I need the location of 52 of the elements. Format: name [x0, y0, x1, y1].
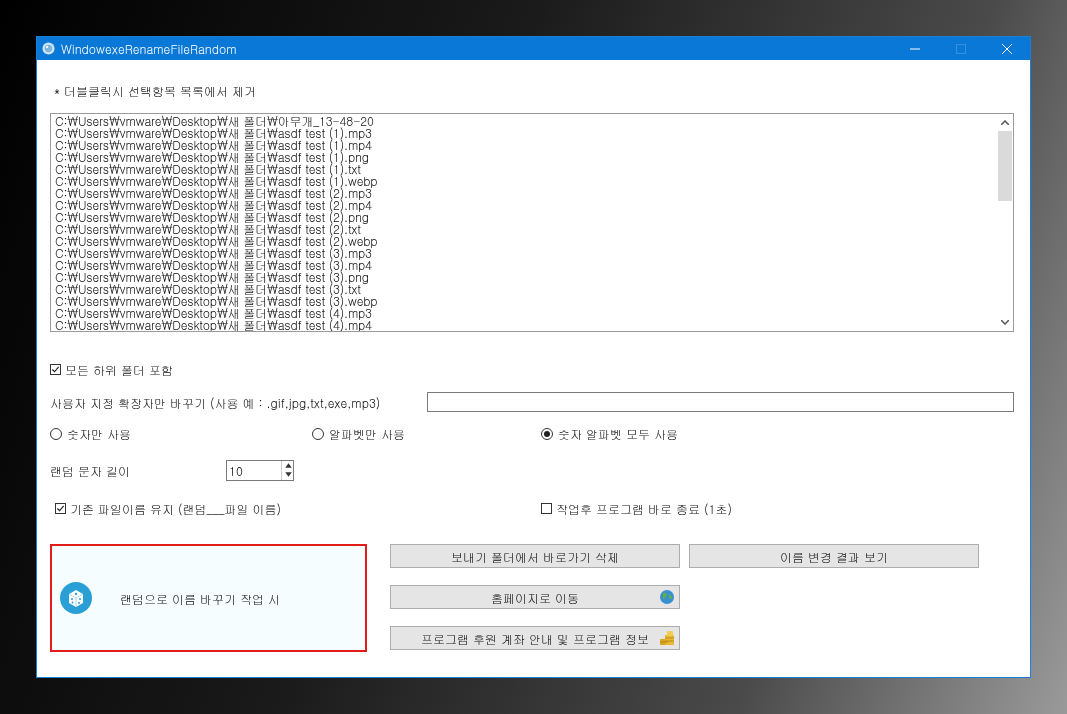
extension-field[interactable]	[426, 392, 1014, 412]
file-path[interactable]: C:₩Users₩vmware₩Desktop₩새 폴더₩asdf test (4).mp4	[55, 319, 992, 331]
file-path[interactable]: C:₩Users₩vmware₩Desktop₩새 폴더₩asdf test (4).mp3	[55, 307, 992, 319]
dice-icon	[60, 582, 92, 614]
file-path[interactable]: C:₩Users₩vmware₩Desktop₩새 폴더₩asdf test (1).txt	[55, 163, 992, 175]
file-path[interactable]: C:₩Users₩vmware₩Desktop₩새 폴더₩asdf test (3).webp	[55, 295, 992, 307]
file-path[interactable]: C:₩Users₩vmware₩Desktop₩새 폴더₩asdf test (3).mp4	[55, 259, 992, 271]
radio-button[interactable]	[541, 427, 553, 440]
file-path[interactable]: C:₩Users₩vmware₩Desktop₩새 폴더₩asdf test (2).png	[55, 211, 992, 223]
file-path[interactable]: C:₩Users₩vmware₩Desktop₩새 폴더₩asdf test (2).webp	[55, 235, 992, 247]
file-path[interactable]: C:₩Users₩vmware₩Desktop₩새 폴더₩아무개_13-48-20	[55, 115, 992, 127]
file-path[interactable]: C:₩Users₩vmware₩Desktop₩새 폴더₩asdf test (2).mp4	[55, 199, 992, 211]
spin-up-icon[interactable]	[282, 461, 295, 470]
extension-label: 사용자 지정 확장자만 바꾸기 (사용 예 : .gif,jpg,txt,exe,mp3)	[50, 393, 382, 411]
window-title: WindowexeRenameFileRandom	[61, 40, 237, 57]
radio-label: 숫자만 사용	[67, 425, 131, 442]
radio-label: 숫자 알파벳 모두 사용	[558, 425, 678, 442]
file-path[interactable]: C:₩Users₩vmware₩Desktop₩새 폴더₩asdf test (3).mp3	[55, 247, 992, 259]
file-path[interactable]: C:₩Users₩vmware₩Desktop₩새 폴더₩asdf test (3).txt	[55, 283, 992, 295]
length-label: 랜덤 문자 길이	[50, 462, 131, 479]
checkbox-label: 작업후 프로그램 바로 종료 (1초)	[556, 500, 732, 517]
file-path[interactable]: C:₩Users₩vmware₩Desktop₩새 폴더₩asdf test (1).png	[55, 151, 992, 163]
number-spinner[interactable]: 10	[226, 460, 294, 481]
homepage-button[interactable]: 홈페이지로 이동	[390, 585, 680, 609]
scroll-up-icon[interactable]	[1000, 120, 1009, 125]
checkbox[interactable]	[541, 503, 552, 514]
delete-shortcuts-button[interactable]: 보내기 폴더에서 바로가기 삭제	[390, 544, 680, 568]
close-icon[interactable]	[1002, 43, 1012, 54]
checkbox-label: 모든 하위 폴더 포함	[65, 361, 173, 378]
file-path[interactable]: C:₩Users₩vmware₩Desktop₩새 폴더₩asdf test (1).mp3	[55, 127, 992, 139]
scroll-thumb[interactable]	[997, 131, 1012, 201]
spin-down-icon[interactable]	[282, 470, 295, 479]
start-button[interactable]: 랜덤으로 이름 바꾸기 작업 시	[50, 544, 367, 652]
checkbox-label: 기존 파일이름 유지 (랜덤___파일 이름)	[70, 500, 281, 517]
file-path[interactable]: C:₩Users₩vmware₩Desktop₩새 폴더₩asdf test (1).mp4	[55, 139, 992, 151]
file-listbox[interactable]	[50, 113, 1014, 332]
radio-button[interactable]	[312, 427, 324, 440]
checkbox[interactable]	[55, 503, 66, 514]
about-button[interactable]: 프로그램 후원 계좌 안내 및 프로그램 정보	[390, 626, 680, 650]
file-path[interactable]: C:₩Users₩vmware₩Desktop₩새 폴더₩asdf test (3).png	[55, 271, 992, 283]
checkbox[interactable]	[50, 364, 61, 375]
globe-icon	[659, 589, 675, 605]
view-results-button[interactable]: 이름 변경 결과 보기	[689, 544, 979, 568]
file-path[interactable]: C:₩Users₩vmware₩Desktop₩새 폴더₩asdf test (2).txt	[55, 223, 992, 235]
radio-label: 알파벳만 사용	[329, 425, 405, 442]
file-path[interactable]: C:₩Users₩vmware₩Desktop₩새 폴더₩asdf test (2).mp3	[55, 187, 992, 199]
coins-icon	[659, 630, 675, 646]
scroll-down-icon[interactable]	[1000, 320, 1009, 325]
hint-text: * 더블클릭시 선택항목 목록에서 제거	[54, 82, 257, 98]
app-icon	[42, 42, 55, 55]
radio-button[interactable]	[50, 427, 62, 440]
file-path[interactable]: C:₩Users₩vmware₩Desktop₩새 폴더₩asdf test (1).webp	[55, 175, 992, 187]
